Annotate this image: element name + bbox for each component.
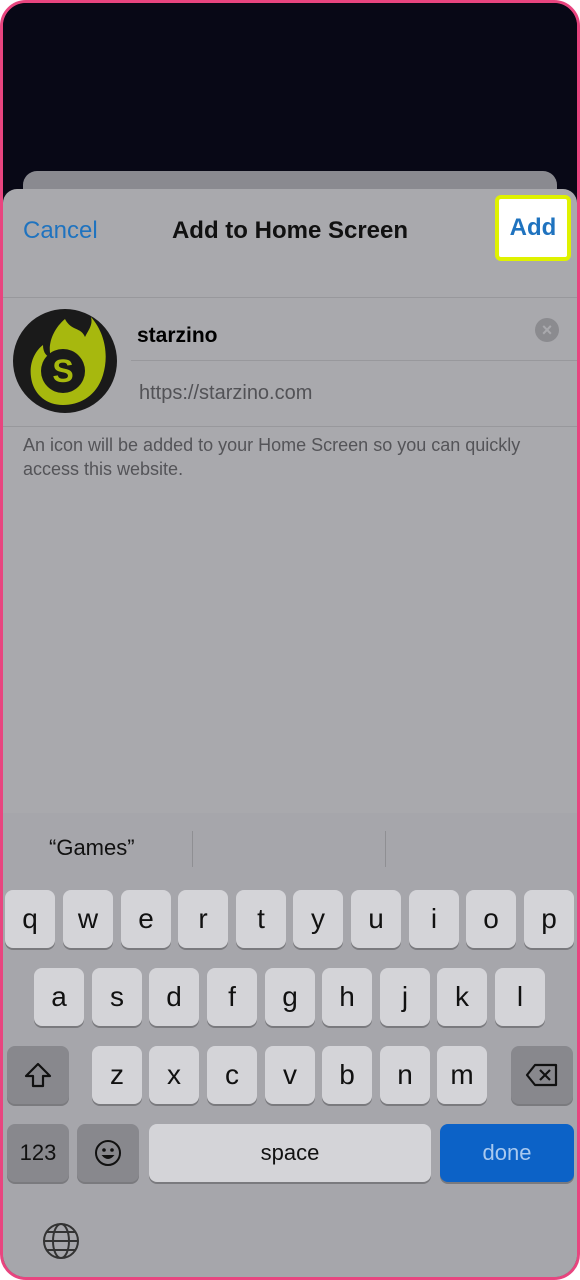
key-d[interactable]: d [149,968,199,1026]
clear-text-icon[interactable]: × [535,318,559,342]
navigation-bar: Cancel Add to Home Screen Add [3,189,577,297]
key-j[interactable]: j [380,968,430,1026]
key-b[interactable]: b [322,1046,372,1104]
shift-key[interactable] [7,1046,69,1104]
key-m[interactable]: m [437,1046,487,1104]
key-z[interactable]: z [92,1046,142,1104]
globe-icon[interactable] [41,1221,81,1261]
suggestion-1[interactable]: “Games” [49,835,135,861]
app-icon: S [13,309,117,413]
emoji-icon [95,1140,121,1166]
backspace-icon [525,1063,558,1087]
key-k[interactable]: k [437,968,487,1026]
key-w[interactable]: w [63,890,113,948]
key-f[interactable]: f [207,968,257,1026]
key-u[interactable]: u [351,890,401,948]
keyboard: “Games” q w e r t y u i o p a s d f g h [3,813,577,1277]
key-g[interactable]: g [265,968,315,1026]
key-y[interactable]: y [293,890,343,948]
url-text: https://starzino.com [139,382,313,404]
key-s[interactable]: s [92,968,142,1026]
emoji-key[interactable] [77,1124,139,1182]
key-q[interactable]: q [5,890,55,948]
key-c[interactable]: c [207,1046,257,1104]
space-key[interactable]: space [149,1124,431,1182]
key-x[interactable]: x [149,1046,199,1104]
flame-logo-icon: S [30,317,106,405]
name-field[interactable]: starzino × [131,298,577,361]
key-i[interactable]: i [409,890,459,948]
key-p[interactable]: p [524,890,574,948]
key-t[interactable]: t [236,890,286,948]
add-button[interactable]: Add [495,195,571,261]
key-n[interactable]: n [380,1046,430,1104]
page-title: Add to Home Screen [171,217,409,244]
suggestion-divider [192,831,193,867]
shift-arrow-icon [24,1062,52,1088]
hint-text: An icon will be added to your Home Scree… [23,435,521,479]
done-key[interactable]: done [440,1124,574,1182]
key-e[interactable]: e [121,890,171,948]
key-a[interactable]: a [34,968,84,1026]
key-v[interactable]: v [265,1046,315,1104]
name-input[interactable]: starzino [137,324,218,348]
suggestion-bar: “Games” [3,813,577,885]
logo-letter: S [52,353,73,389]
add-to-home-sheet: Cancel Add to Home Screen Add S starzino… [3,189,577,1277]
delete-key[interactable] [511,1046,573,1104]
key-l[interactable]: l [495,968,545,1026]
key-h[interactable]: h [322,968,372,1026]
key-r[interactable]: r [178,890,228,948]
suggestion-divider [385,831,386,867]
numbers-key[interactable]: 123 [7,1124,69,1182]
background-page [3,3,577,193]
bookmark-form: S starzino × https://starzino.com [3,297,577,427]
key-o[interactable]: o [466,890,516,948]
phone-frame: Cancel Add to Home Screen Add S starzino… [0,0,580,1280]
